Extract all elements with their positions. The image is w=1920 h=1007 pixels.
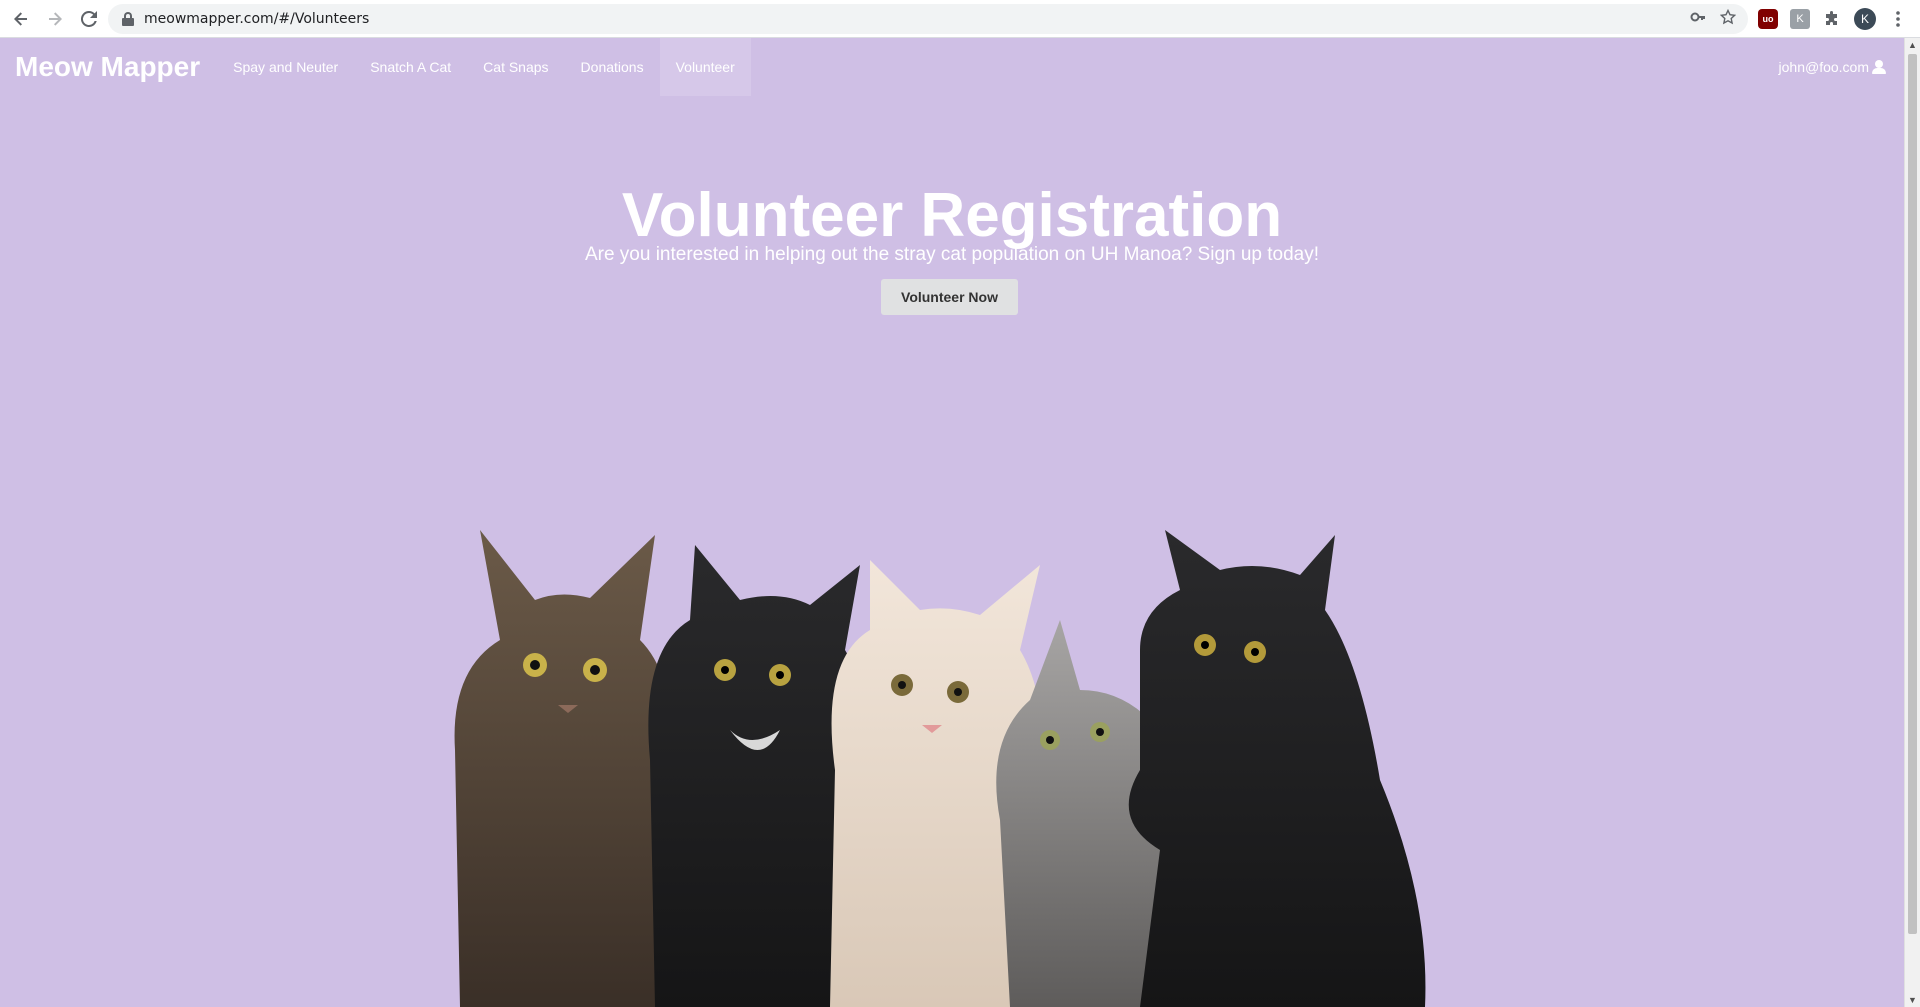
user-icon — [1872, 60, 1886, 74]
bookmark-star-icon[interactable] — [1719, 8, 1737, 29]
scroll-up-arrow-icon[interactable]: ▲ — [1908, 40, 1917, 50]
page-scrollbar[interactable]: ▲ ▼ — [1904, 38, 1920, 1007]
user-menu[interactable]: john@foo.com — [1779, 38, 1886, 96]
key-icon[interactable] — [1690, 9, 1706, 29]
extensions-puzzle-icon[interactable] — [1822, 9, 1842, 29]
address-bar[interactable]: meowmapper.com/#/Volunteers — [108, 4, 1748, 34]
back-arrow-icon — [14, 11, 27, 26]
volunteer-now-button[interactable]: Volunteer Now — [881, 279, 1018, 315]
black-kitten — [648, 545, 863, 1007]
nav-link-snatch-a-cat[interactable]: Snatch A Cat — [354, 38, 467, 96]
profile-avatar[interactable]: K — [1854, 8, 1876, 30]
scroll-down-arrow-icon[interactable]: ▼ — [1908, 995, 1917, 1005]
nav-link-spay-and-neuter[interactable]: Spay and Neuter — [217, 38, 354, 96]
page-subtitle: Are you interested in helping out the st… — [584, 244, 1320, 265]
page-title: Volunteer Registration — [621, 181, 1283, 250]
black-fluffy-kitten — [1128, 530, 1426, 1007]
back-button[interactable] — [8, 6, 34, 32]
brand-logo[interactable]: Meow Mapper — [15, 51, 200, 83]
user-email: john@foo.com — [1778, 59, 1869, 75]
site-navbar: Meow Mapper Spay and Neuter Snatch A Cat… — [0, 38, 1904, 96]
reload-button[interactable] — [76, 6, 102, 32]
kittens-photo — [454, 530, 1426, 1007]
ublock-extension-icon[interactable]: uo — [1758, 9, 1778, 29]
tabby-kitten — [454, 530, 672, 1007]
lock-icon — [122, 12, 134, 26]
extension-icon[interactable]: K — [1790, 9, 1810, 29]
nav-links: Spay and Neuter Snatch A Cat Cat Snaps D… — [217, 38, 751, 96]
nav-link-cat-snaps[interactable]: Cat Snaps — [467, 38, 564, 96]
nav-link-volunteer[interactable]: Volunteer — [659, 38, 751, 96]
browser-menu-icon[interactable] — [1888, 9, 1908, 29]
url-text[interactable]: meowmapper.com/#/Volunteers — [144, 11, 369, 27]
forward-button[interactable] — [42, 6, 68, 32]
scrollbar-thumb[interactable] — [1908, 54, 1917, 934]
forward-arrow-icon — [49, 11, 62, 26]
nav-link-donations[interactable]: Donations — [565, 38, 660, 96]
browser-toolbar: meowmapper.com/#/Volunteers uo K K — [0, 0, 1920, 38]
reload-icon — [81, 10, 97, 27]
